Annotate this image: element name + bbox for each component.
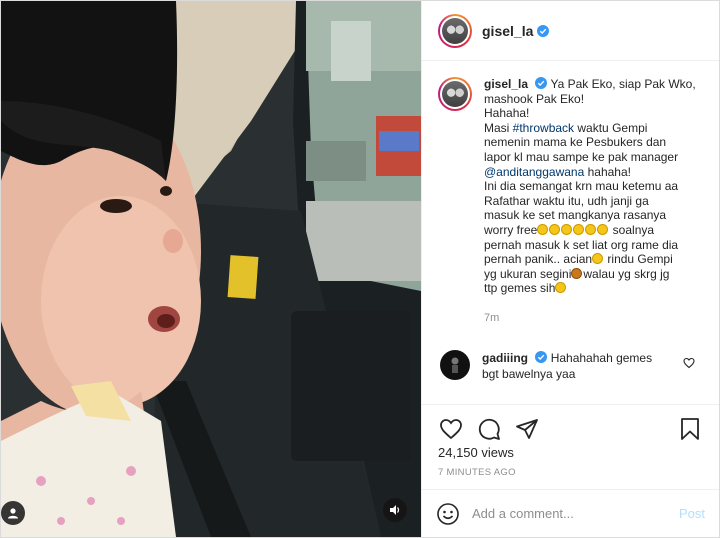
- woman-gesturing-emoji-icon: [571, 267, 583, 279]
- comment-button[interactable]: [470, 414, 508, 444]
- caption-line: Rafathar waktu itu, udh janji ga: [484, 193, 649, 208]
- speaker-icon: [390, 505, 400, 515]
- caption-line: pernah masuk k set liat org rame dia: [484, 237, 679, 252]
- post-caption: gisel_la Ya Pak Eko, siap Pak Wko, masho…: [438, 77, 703, 296]
- caption-line: hahaha!: [584, 164, 631, 179]
- comment-text: gadiiing Hahahahah gemes bgt bawelnya ya…: [482, 350, 687, 382]
- caption-timestamp: 7m: [484, 311, 500, 324]
- caption-line: nemenin mama ke Pesbukers dan: [484, 135, 667, 150]
- commenter-username[interactable]: gadiiing: [482, 351, 528, 365]
- bookmark-icon: [681, 417, 699, 440]
- post-comment-button[interactable]: Post: [679, 506, 705, 521]
- post-header: gisel_la: [422, 1, 719, 61]
- verified-badge-icon: [537, 24, 550, 37]
- post-timestamp: 7 MINUTES AGO: [438, 467, 516, 478]
- verified-badge-icon: [535, 350, 548, 363]
- comment-like-heart-icon[interactable]: [683, 357, 695, 369]
- add-comment-bar: Post: [422, 489, 719, 537]
- comments-section[interactable]: gisel_la Ya Pak Eko, siap Pak Wko, masho…: [422, 61, 719, 404]
- caption-avatar[interactable]: [438, 77, 472, 111]
- like-button[interactable]: [432, 414, 470, 444]
- grin-emoji-icon: [597, 223, 609, 235]
- post-sidebar: gisel_la gisel_la Ya Pak Eko, siap Pak W…: [421, 1, 719, 537]
- user-icon: [8, 508, 18, 519]
- caption-text: gisel_la Ya Pak Eko, siap Pak Wko, masho…: [484, 77, 699, 296]
- caption-line: pernah panik.. acian: [484, 252, 593, 267]
- caption-line: worry free: [484, 222, 538, 237]
- profile-avatar[interactable]: [438, 13, 472, 48]
- post-modal: gisel_la gisel_la Ya Pak Eko, siap Pak W…: [0, 0, 720, 538]
- caption-line: soalnya: [609, 222, 655, 237]
- comment-icon: [478, 418, 500, 440]
- audio-toggle-button[interactable]: [383, 498, 407, 522]
- caption-line: Ini dia semangat krn mau ketemu aa: [484, 179, 679, 194]
- smile-emoji-icon: [592, 253, 604, 265]
- comment-body: Hahahahah gemes: [550, 350, 653, 365]
- caption-line: ttp gemes sih: [484, 281, 556, 296]
- caption-line: rindu Gempi: [604, 252, 673, 267]
- smiley-icon[interactable]: [436, 502, 460, 526]
- caption-line: Masi: [484, 120, 513, 135]
- caption-line: Hahaha!: [484, 106, 530, 121]
- caption-line: Ya Pak Eko, siap Pak Wko,: [550, 77, 696, 91]
- view-count[interactable]: 24,150 views: [438, 445, 514, 460]
- verified-badge-icon: [535, 77, 548, 89]
- caption-username[interactable]: gisel_la: [484, 77, 528, 91]
- author-username[interactable]: gisel_la: [482, 23, 533, 39]
- share-button[interactable]: [508, 414, 546, 444]
- caption-line: masuk ke set mangkanya rasanya: [484, 208, 667, 223]
- grin-emoji-icon: [585, 223, 597, 235]
- save-button[interactable]: [671, 414, 709, 444]
- video-frame: [1, 1, 421, 537]
- grin-emoji-icon: [573, 223, 585, 235]
- caption-line: waktu Gempi: [574, 120, 648, 135]
- tagged-user-button[interactable]: [1, 501, 25, 525]
- caption-line: lapor kl mau sampe ke pak manager: [484, 149, 679, 164]
- comment-item: gadiiing Hahahahah gemes bgt bawelnya ya…: [438, 349, 703, 382]
- smile-emoji-icon: [555, 282, 567, 294]
- caption-line: mashook Pak Eko!: [484, 91, 585, 106]
- mention-link[interactable]: @anditanggawana: [484, 165, 584, 179]
- paper-plane-icon: [516, 418, 538, 439]
- caption-line: walau yg skrg jg: [583, 266, 670, 281]
- grin-emoji-icon: [561, 223, 573, 235]
- grin-emoji-icon: [549, 223, 561, 235]
- commenter-avatar[interactable]: [440, 349, 470, 380]
- comment-input[interactable]: [472, 506, 679, 521]
- hashtag-link[interactable]: #throwback: [513, 121, 574, 135]
- grin-emoji-icon: [537, 223, 549, 235]
- post-video[interactable]: [1, 1, 421, 537]
- comment-body: bgt bawelnya yaa: [482, 366, 576, 381]
- caption-line: yg ukuran segini: [484, 266, 572, 281]
- heart-icon: [440, 418, 462, 439]
